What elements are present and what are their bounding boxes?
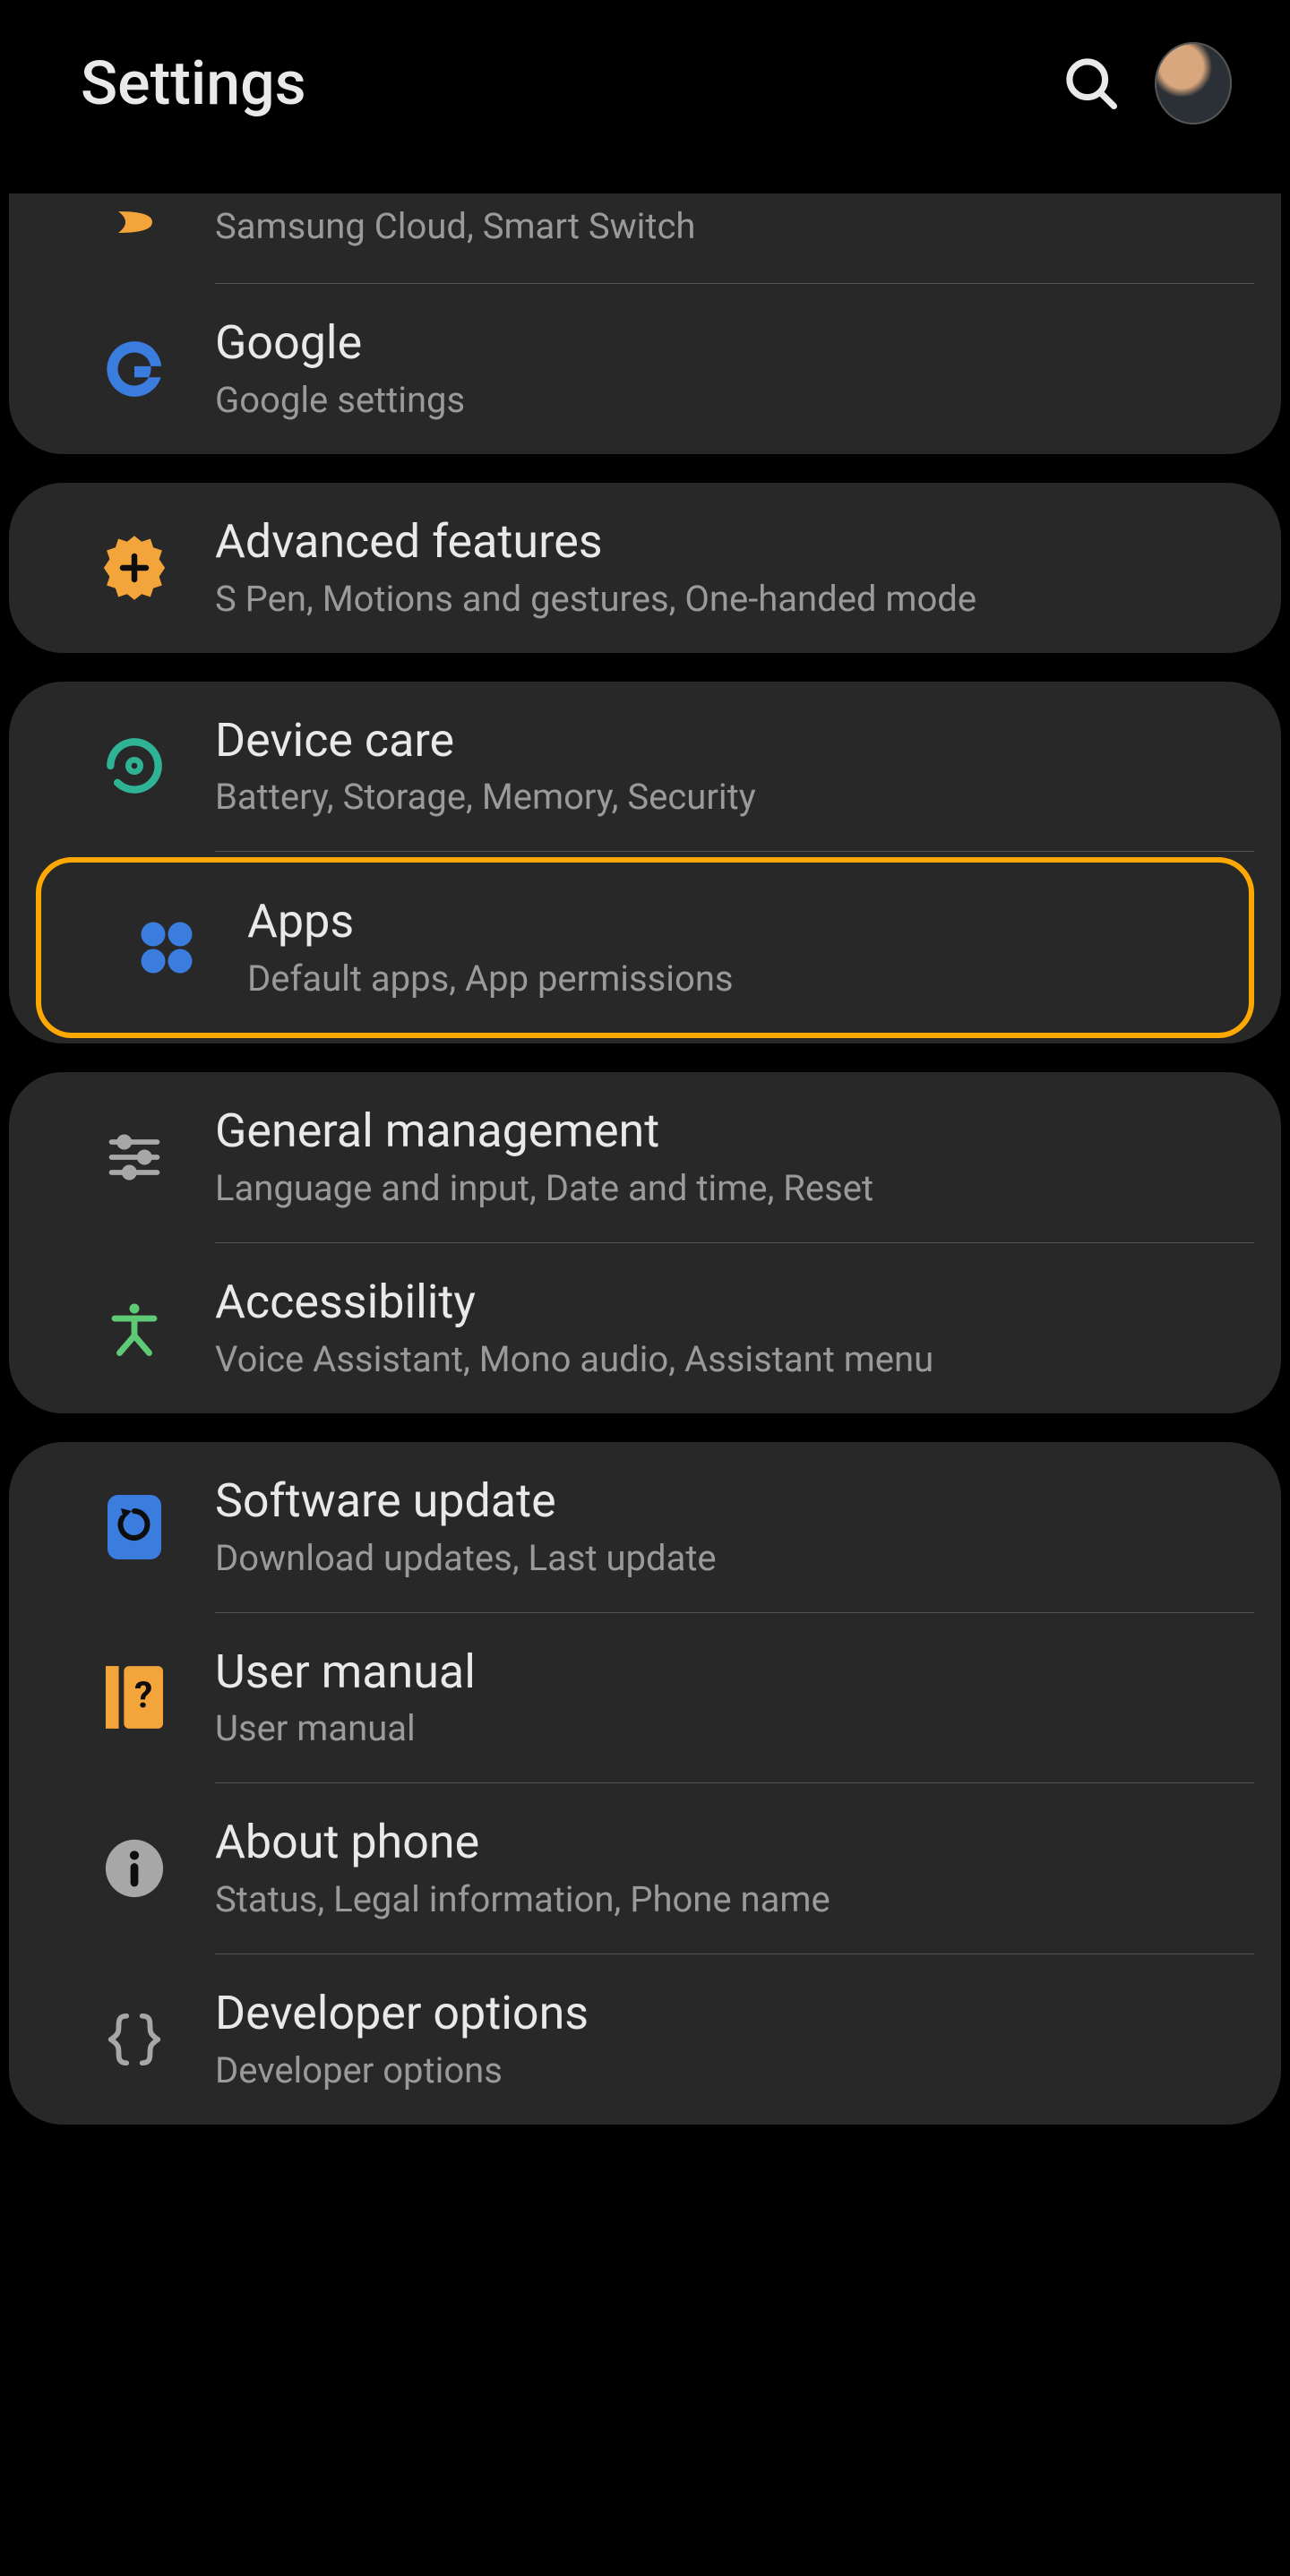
- developer-options-item[interactable]: Developer options Developer options: [9, 1954, 1281, 2125]
- item-title: Developer options: [215, 1987, 1227, 2040]
- user-manual-item[interactable]: ? User manual User manual: [9, 1613, 1281, 1783]
- info-icon: [103, 1837, 166, 1900]
- item-title: Software update: [215, 1474, 1227, 1528]
- item-sub: Status, Legal information, Phone name: [215, 1878, 1227, 1921]
- svg-text:?: ?: [134, 1674, 152, 1717]
- item-sub: S Pen, Motions and gestures, One-handed …: [215, 578, 1227, 621]
- sliders-icon: [104, 1127, 165, 1188]
- divider: [215, 851, 1254, 852]
- braces-icon: [103, 2008, 166, 2071]
- page-title: Settings: [81, 47, 1028, 119]
- accessibility-item[interactable]: Accessibility Voice Assistant, Mono audi…: [9, 1243, 1281, 1413]
- apps-grid-icon: [134, 915, 199, 980]
- item-title: Apps: [247, 895, 1195, 949]
- update-icon: [108, 1495, 161, 1559]
- item-title: General management: [215, 1104, 1227, 1158]
- item-sub: Default apps, App permissions: [247, 957, 1195, 1000]
- settings-group-3: Device care Battery, Storage, Memory, Se…: [9, 682, 1281, 1044]
- item-sub: User manual: [215, 1707, 1227, 1750]
- software-update-item[interactable]: Software update Download updates, Last u…: [9, 1442, 1281, 1612]
- settings-group-5: Software update Download updates, Last u…: [9, 1442, 1281, 2125]
- device-care-item[interactable]: Device care Battery, Storage, Memory, Se…: [9, 682, 1281, 852]
- gear-plus-icon: [99, 533, 169, 603]
- apps-item[interactable]: Apps Default apps, App permissions: [36, 857, 1254, 1038]
- item-sub: Google settings: [215, 379, 1227, 422]
- item-sub: Language and input, Date and time, Reset: [215, 1167, 1227, 1210]
- search-button[interactable]: [1053, 45, 1130, 122]
- settings-group-2: Advanced features S Pen, Motions and ges…: [9, 483, 1281, 653]
- accounts-item[interactable]: Samsung Cloud, Smart Switch: [9, 193, 1281, 283]
- search-icon: [1061, 53, 1122, 114]
- item-sub: Developer options: [215, 2049, 1227, 2092]
- google-item[interactable]: Google Google settings: [9, 284, 1281, 454]
- item-title: Advanced features: [215, 515, 1227, 569]
- google-g-icon: [101, 336, 168, 402]
- item-title: Google: [215, 316, 1227, 370]
- manual-icon: ?: [106, 1665, 163, 1730]
- item-title: Accessibility: [215, 1275, 1227, 1329]
- advanced-features-item[interactable]: Advanced features S Pen, Motions and ges…: [9, 483, 1281, 653]
- item-sub: Download updates, Last update: [215, 1537, 1227, 1580]
- item-title: User manual: [215, 1645, 1227, 1699]
- samsung-icon: [116, 211, 152, 233]
- item-sub: Voice Assistant, Mono audio, Assistant m…: [215, 1338, 1227, 1381]
- avatar: [1155, 42, 1232, 125]
- profile-button[interactable]: [1155, 45, 1232, 122]
- settings-group-1: Samsung Cloud, Smart Switch Google Googl…: [9, 193, 1281, 454]
- item-title: About phone: [215, 1816, 1227, 1869]
- about-phone-item[interactable]: About phone Status, Legal information, P…: [9, 1783, 1281, 1953]
- item-sub: Battery, Storage, Memory, Security: [215, 776, 1227, 819]
- item-sub: Samsung Cloud, Smart Switch: [215, 205, 1227, 248]
- settings-group-4: General management Language and input, D…: [9, 1072, 1281, 1413]
- person-icon: [105, 1299, 164, 1358]
- item-title: Device care: [215, 714, 1227, 768]
- general-management-item[interactable]: General management Language and input, D…: [9, 1072, 1281, 1242]
- settings-header: Settings: [9, 9, 1281, 193]
- device-care-icon: [99, 730, 170, 802]
